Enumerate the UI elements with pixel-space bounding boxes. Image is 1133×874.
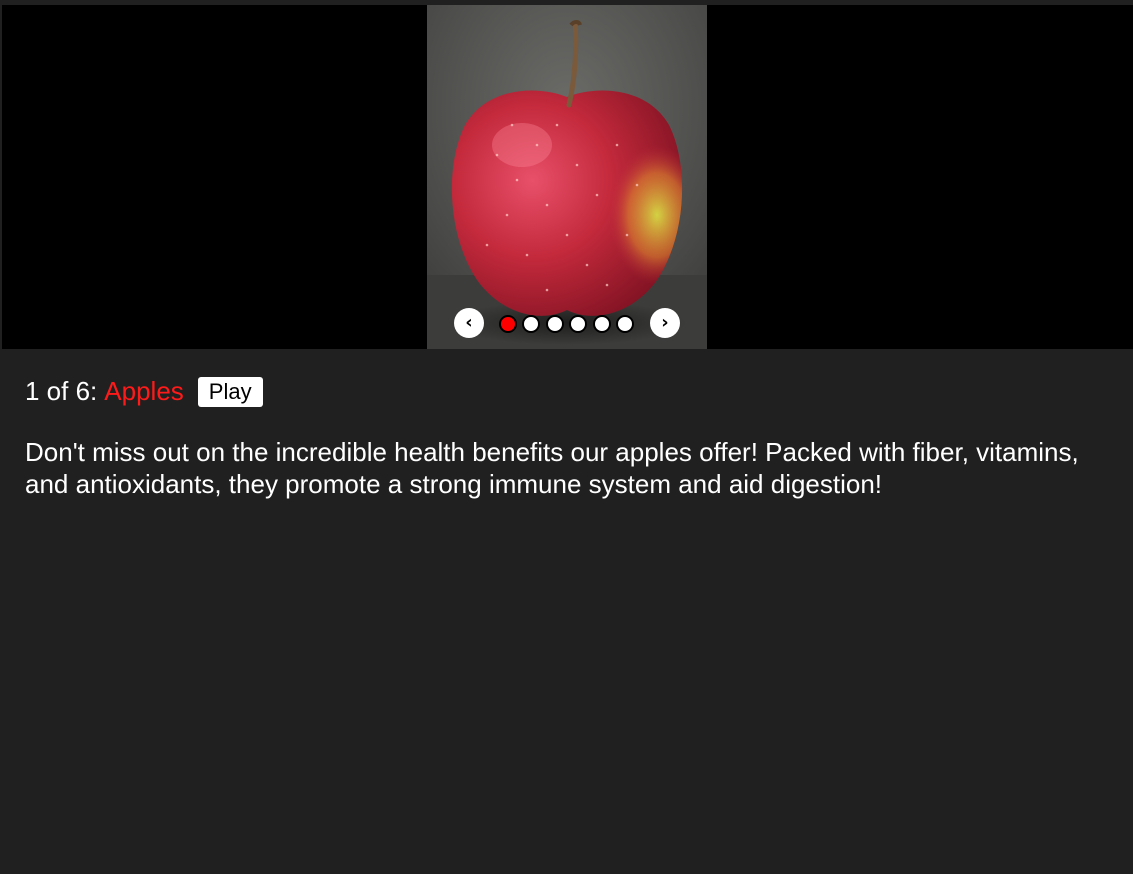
- apple-photo: [427, 5, 707, 349]
- previous-slide-button[interactable]: ‹: [454, 308, 484, 338]
- slide-title: Apples: [104, 376, 184, 406]
- slide-dot-1[interactable]: [499, 315, 517, 333]
- slide-dot-4[interactable]: [569, 315, 588, 333]
- next-slide-button[interactable]: ›: [650, 308, 680, 338]
- slide-indicator-dots: [499, 315, 634, 333]
- slide-dot-2[interactable]: [522, 315, 541, 333]
- slide-dot-5[interactable]: [592, 315, 611, 333]
- slide-dot-6[interactable]: [615, 315, 634, 333]
- apple-image: [427, 5, 707, 349]
- image-carousel: ‹ ›: [2, 5, 1133, 349]
- slide-counter: 1 of 6:: [25, 376, 98, 406]
- play-button[interactable]: Play: [197, 376, 263, 407]
- slide-caption: 1 of 6: Apples Play: [25, 376, 263, 407]
- slide-dot-3[interactable]: [545, 315, 564, 333]
- slide-description: Don't miss out on the incredible health …: [25, 437, 1079, 499]
